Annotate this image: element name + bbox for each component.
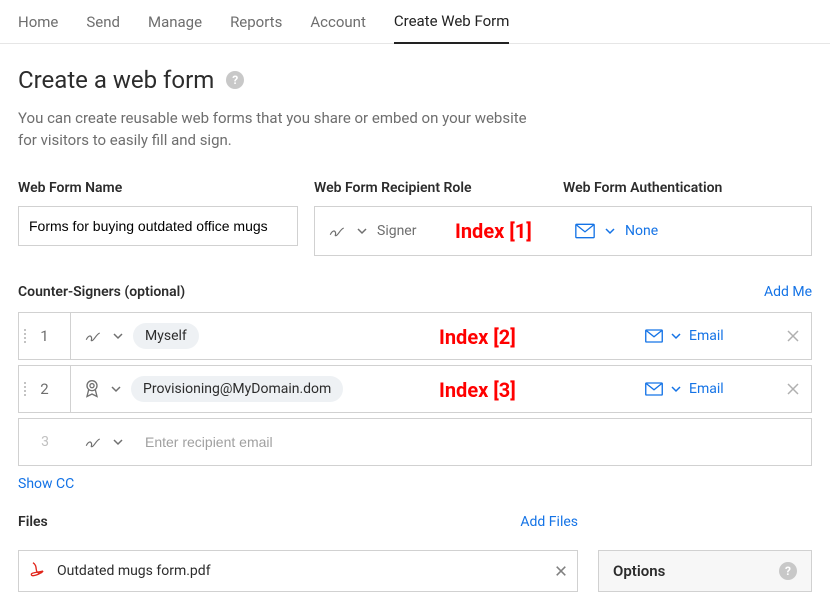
- show-cc-link[interactable]: Show CC: [18, 476, 74, 492]
- chevron-down-icon[interactable]: [113, 331, 123, 341]
- role-value: Signer: [377, 223, 416, 239]
- tab-manage[interactable]: Manage: [148, 13, 202, 43]
- envelope-icon[interactable]: [575, 223, 595, 239]
- recipient-chip[interactable]: Provisioning@MyDomain.dom: [131, 376, 343, 402]
- page-title: Create a web form: [18, 66, 214, 94]
- counter-signer-row: 2 Provisioning@MyDomain.dom: [18, 365, 812, 413]
- envelope-icon[interactable]: [645, 329, 663, 343]
- authentication-label: Web Form Authentication: [563, 180, 812, 196]
- auth-method[interactable]: Email: [689, 381, 724, 397]
- pen-icon[interactable]: [83, 327, 103, 345]
- drag-handle-icon[interactable]: [24, 329, 26, 343]
- web-form-name-input[interactable]: [18, 206, 298, 246]
- envelope-icon[interactable]: [645, 382, 663, 396]
- counter-signers-header: Counter-Signers (optional) Add Me: [18, 284, 812, 300]
- add-me-link[interactable]: Add Me: [764, 284, 812, 300]
- auth-method[interactable]: Email: [689, 328, 724, 344]
- counter-signer-row: 1 Myself: [18, 312, 812, 360]
- pdf-icon: [29, 561, 47, 581]
- tab-create-web-form[interactable]: Create Web Form: [394, 12, 510, 44]
- web-form-name-label: Web Form Name: [18, 180, 298, 196]
- chevron-down-icon[interactable]: [357, 226, 367, 236]
- tab-home[interactable]: Home: [18, 13, 58, 43]
- row-number: 3: [19, 419, 71, 465]
- counter-signers-label: Counter-Signers (optional): [18, 284, 185, 300]
- files-label: Files: [18, 514, 48, 530]
- file-name: Outdated mugs form.pdf: [57, 563, 211, 579]
- file-item[interactable]: Outdated mugs form.pdf: [18, 550, 578, 592]
- page-subtitle: You can create reusable web forms that y…: [18, 108, 538, 152]
- chevron-down-icon[interactable]: [671, 331, 681, 341]
- row-num-value: 2: [40, 380, 48, 398]
- row-number[interactable]: 1: [19, 313, 71, 359]
- remove-row-button[interactable]: [775, 329, 811, 343]
- drag-handle-icon[interactable]: [24, 382, 26, 396]
- pen-icon[interactable]: [327, 222, 347, 240]
- recipient-role-label: Web Form Recipient Role: [314, 180, 563, 196]
- tab-send[interactable]: Send: [86, 13, 120, 43]
- tab-account[interactable]: Account: [310, 13, 366, 43]
- remove-row-button[interactable]: [775, 382, 811, 396]
- help-icon[interactable]: ?: [779, 562, 797, 580]
- auth-value[interactable]: None: [625, 223, 658, 239]
- tab-reports[interactable]: Reports: [230, 13, 282, 43]
- chevron-down-icon[interactable]: [605, 226, 615, 236]
- top-tabs: Home Send Manage Reports Account Create …: [0, 0, 830, 44]
- role-auth-box: Signer None Index [1]: [314, 206, 812, 256]
- chevron-down-icon[interactable]: [671, 384, 681, 394]
- recipient-email-input[interactable]: [133, 434, 811, 450]
- chevron-down-icon[interactable]: [113, 437, 123, 447]
- chevron-down-icon[interactable]: [111, 384, 121, 394]
- pen-icon[interactable]: [83, 433, 103, 451]
- row-number[interactable]: 2: [19, 366, 71, 412]
- options-label: Options: [613, 562, 665, 580]
- options-panel[interactable]: Options ?: [598, 550, 812, 592]
- remove-file-button[interactable]: [555, 565, 567, 577]
- row-num-value: 1: [40, 327, 48, 345]
- recipient-chip[interactable]: Myself: [133, 323, 199, 349]
- add-recipient-row: 3: [18, 418, 812, 466]
- ribbon-icon[interactable]: [83, 379, 101, 399]
- help-icon[interactable]: ?: [226, 71, 244, 89]
- add-files-link[interactable]: Add Files: [520, 514, 578, 530]
